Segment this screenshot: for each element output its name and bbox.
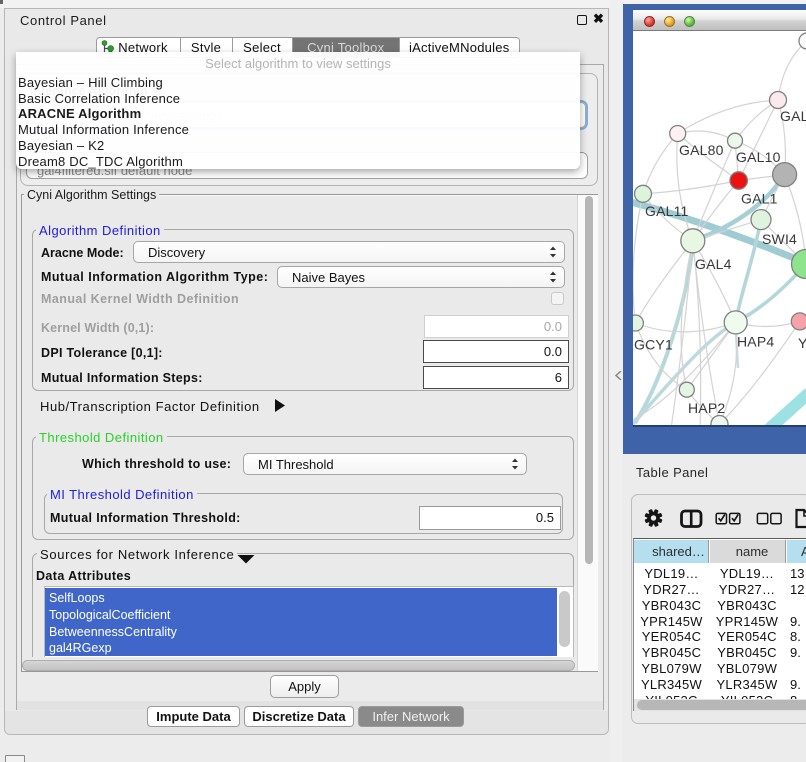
- svg-text:SWI4: SWI4: [762, 231, 797, 247]
- svg-text:HAP2: HAP2: [688, 400, 725, 416]
- svg-text:GAL4: GAL4: [695, 256, 732, 272]
- svg-text:GAL11: GAL11: [645, 203, 689, 219]
- svg-text:YMR2: YMR2: [798, 335, 806, 351]
- svg-text:GAL10: GAL10: [736, 149, 781, 165]
- svg-text:GAL80: GAL80: [679, 142, 724, 158]
- svg-text:GAL7: GAL7: [780, 108, 806, 124]
- svg-text:GCY1: GCY1: [634, 337, 673, 353]
- svg-text:HAP4: HAP4: [737, 334, 774, 350]
- svg-text:GAL1: GAL1: [741, 191, 778, 207]
